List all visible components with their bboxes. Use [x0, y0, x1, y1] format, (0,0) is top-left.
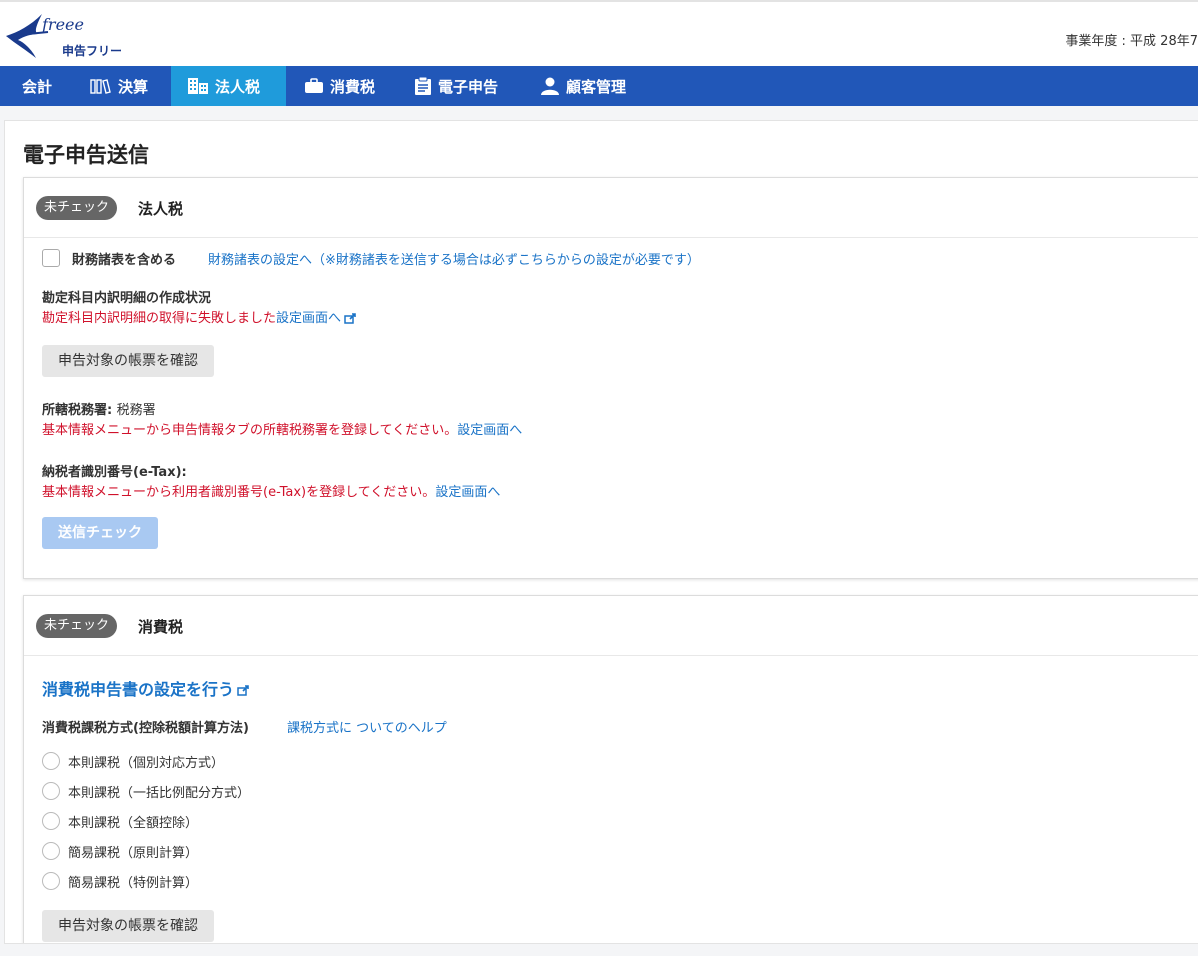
- nav-label: 法人税: [215, 77, 261, 96]
- nav-label: 電子申告: [438, 77, 499, 96]
- books-icon: [90, 78, 112, 94]
- nav-label: 顧客管理: [566, 77, 627, 96]
- app-header: freee 申告フリー 事業年度 : 平成 28年7: [0, 0, 1198, 66]
- tax-method-radio[interactable]: [42, 872, 60, 890]
- nav-item-consumption-tax[interactable]: 消費税: [288, 66, 391, 106]
- include-financials-checkbox[interactable]: [42, 249, 60, 267]
- corporate-tax-card: 未チェック 法人税 財務諸表を含める 財務諸表の設定へ（※財務諸表を送信する場合…: [23, 177, 1198, 579]
- tax-office-settings-link[interactable]: 設定画面へ: [457, 423, 522, 438]
- card-title: 法人税: [138, 200, 184, 218]
- tax-method-option-label[interactable]: 本則課税（一括比例配分方式）: [68, 782, 250, 801]
- nav-item-corporate-tax[interactable]: 法人税: [171, 66, 286, 106]
- tax-office-error: 基本情報メニューから申告情報タブの所轄税務署を登録してください。: [42, 423, 458, 438]
- taxpayer-id-settings-link[interactable]: 設定画面へ: [435, 485, 500, 500]
- clipboard-icon: [414, 76, 432, 96]
- nav-item-customers[interactable]: 顧客管理: [524, 66, 642, 106]
- nav-item-accounting[interactable]: 会計: [0, 66, 74, 106]
- logo-subtitle: 申告フリー: [62, 44, 123, 58]
- financials-settings-link[interactable]: 財務諸表の設定へ（※財務諸表を送信する場合は必ずこちらからの設定が必要です）: [208, 249, 700, 268]
- tax-method-radio[interactable]: [42, 752, 60, 770]
- consumption-tax-card: 未チェック 消費税 消費税申告書の設定を行う 消費税課税方式(控除税額計算方法)…: [23, 595, 1198, 943]
- send-check-button[interactable]: 送信チェック: [42, 517, 158, 549]
- tax-method-label: 消費税課税方式(控除税額計算方法): [42, 721, 249, 736]
- tax-method-radio[interactable]: [42, 782, 60, 800]
- external-link-icon: [237, 685, 249, 696]
- tax-method-help-link[interactable]: 課税方式に ついてのヘルプ: [287, 717, 447, 736]
- briefcase-icon: [304, 78, 324, 94]
- card-header: 未チェック 消費税: [24, 596, 1198, 656]
- building-icon: [187, 77, 209, 95]
- detail-error-text: 勘定科目内訳明細の取得に失敗しました: [42, 311, 277, 326]
- detail-settings-link[interactable]: 設定画面へ: [276, 311, 357, 326]
- svg-text:freee: freee: [41, 15, 84, 34]
- nav-label: 決算: [118, 77, 149, 96]
- page-title: 電子申告送信: [23, 143, 149, 167]
- fiscal-year[interactable]: 事業年度 : 平成 28年7: [1065, 30, 1198, 49]
- status-badge: 未チェック: [36, 614, 118, 638]
- detail-status: 勘定科目内訳明細の取得に失敗しました設定画面へ: [42, 307, 357, 326]
- consumption-settings-link[interactable]: 消費税申告書の設定を行う: [42, 676, 250, 700]
- tax-office-row: 所轄税務署: 税務署: [42, 399, 156, 418]
- taxpayer-id-error: 基本情報メニューから利用者識別番号(e-Tax)を登録してください。: [42, 485, 436, 500]
- user-icon: [540, 77, 560, 95]
- tax-method-radio[interactable]: [42, 842, 60, 860]
- tax-method-option-label[interactable]: 簡易課税（特例計算）: [68, 872, 198, 891]
- freee-logo[interactable]: freee 申告フリー: [4, 10, 134, 60]
- tax-method-radio[interactable]: [42, 812, 60, 830]
- card-title: 消費税: [138, 618, 184, 636]
- nav-item-settlement[interactable]: 決算: [74, 66, 164, 106]
- nav-label: 会計: [22, 77, 53, 96]
- include-financials-label: 財務諸表を含める: [72, 253, 177, 268]
- confirm-forms-button[interactable]: 申告対象の帳票を確認: [42, 910, 214, 942]
- external-link-icon: [344, 313, 356, 324]
- tax-office-label: 所轄税務署:: [42, 403, 113, 418]
- taxpayer-id-status: 基本情報メニューから利用者識別番号(e-Tax)を登録してください。設定画面へ: [42, 481, 500, 500]
- tax-method-option-label[interactable]: 本則課税（個別対応方式）: [68, 752, 224, 771]
- nav-item-e-filing[interactable]: 電子申告: [398, 66, 514, 106]
- detail-heading: 勘定科目内訳明細の作成状況: [42, 291, 212, 306]
- status-badge: 未チェック: [36, 196, 118, 220]
- taxpayer-id-label: 納税者識別番号(e-Tax):: [42, 465, 187, 480]
- consumption-settings-link-label: 消費税申告書の設定を行う: [42, 680, 235, 699]
- tax-method-option-label[interactable]: 本則課税（全額控除）: [68, 812, 198, 831]
- main-content: 電子申告送信 未チェック 法人税 財務諸表を含める 財務諸表の設定へ（※財務諸表…: [4, 120, 1198, 944]
- confirm-forms-button[interactable]: 申告対象の帳票を確認: [42, 345, 214, 377]
- tax-office-value: 税務署: [116, 403, 156, 418]
- nav-label: 消費税: [330, 77, 376, 96]
- main-nav: 会計 決算 法人税 消費税 電子申告 顧客管理: [0, 66, 1198, 106]
- tax-method-option-label[interactable]: 簡易課税（原則計算）: [68, 842, 198, 861]
- tax-office-status: 基本情報メニューから申告情報タブの所轄税務署を登録してください。設定画面へ: [42, 419, 522, 438]
- card-header: 未チェック 法人税: [24, 178, 1198, 238]
- detail-settings-link-label: 設定画面へ: [276, 311, 342, 326]
